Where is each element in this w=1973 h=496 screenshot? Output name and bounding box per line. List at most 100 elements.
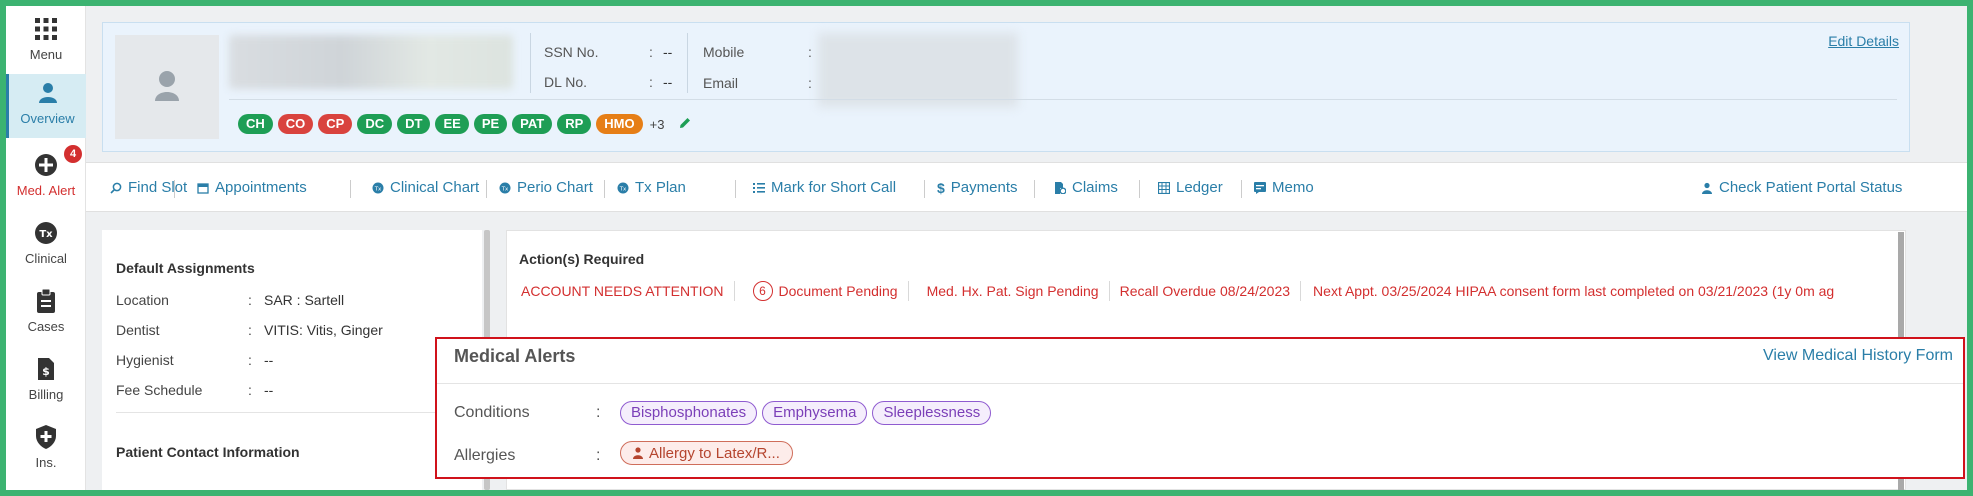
view-medical-history-link[interactable]: View Medical History Form bbox=[1763, 347, 1953, 365]
ssn-value: -- bbox=[663, 44, 673, 60]
grid-icon bbox=[35, 18, 57, 40]
ssn-label: SSN No. bbox=[544, 44, 599, 60]
toolbar-label: Check Patient Portal Status bbox=[1719, 179, 1903, 196]
clinical-chart-button[interactable]: Tx Clinical Chart bbox=[372, 179, 479, 196]
patient-tag-rp[interactable]: RP bbox=[557, 114, 592, 134]
toolbar-label: Memo bbox=[1272, 179, 1314, 196]
action-text: Med. Hx. Pat. Sign Pending bbox=[926, 283, 1099, 299]
check-portal-status-button[interactable]: Check Patient Portal Status bbox=[1701, 179, 1902, 196]
divider bbox=[486, 180, 487, 198]
avatar bbox=[115, 35, 219, 139]
action-toolbar: Find Slot Appointments Tx Clinical Chart… bbox=[86, 162, 1967, 212]
email-colon: : bbox=[808, 75, 812, 91]
divider bbox=[229, 99, 1897, 100]
toolbar-label: Tx Plan bbox=[635, 179, 686, 196]
allergies-colon: : bbox=[596, 447, 601, 464]
allergy-text: Allergy to Latex/R... bbox=[649, 444, 780, 462]
calendar-icon bbox=[197, 182, 209, 194]
condition-chip[interactable]: Sleeplessness bbox=[872, 401, 992, 425]
sidebar-item-label: Menu bbox=[29, 47, 63, 62]
sidebar-item-label: Overview bbox=[20, 111, 75, 126]
memo-button[interactable]: Memo bbox=[1254, 179, 1314, 196]
appointments-button[interactable]: Appointments bbox=[197, 179, 307, 196]
ssn-colon: : bbox=[649, 44, 653, 60]
toolbar-label: Mark for Short Call bbox=[771, 179, 897, 196]
assignment-value: SAR : Sartell bbox=[264, 292, 345, 308]
memo-icon bbox=[1254, 181, 1266, 194]
actions-list: ACCOUNT NEEDS ATTENTION 6 Document Pendi… bbox=[515, 281, 1844, 301]
sidebar-item-label: Med. Alert bbox=[16, 183, 76, 198]
action-next-appt[interactable]: Next Appt. 03/25/2024 HIPAA consent form… bbox=[1301, 281, 1844, 301]
user-placeholder-icon bbox=[155, 71, 179, 101]
edit-tags-icon[interactable] bbox=[679, 117, 691, 132]
patient-tag-pat[interactable]: PAT bbox=[512, 114, 553, 134]
condition-chip[interactable]: Bisphosphonates bbox=[620, 401, 758, 425]
payments-button[interactable]: $ Payments bbox=[937, 179, 1018, 196]
assignment-value: VITIS: Vitis, Ginger bbox=[264, 322, 383, 338]
toolbar-label: Claims bbox=[1072, 179, 1118, 196]
mobile-label: Mobile bbox=[703, 44, 745, 60]
patient-tag-ee[interactable]: EE bbox=[435, 114, 469, 134]
divider bbox=[735, 180, 736, 198]
action-account-attention[interactable]: ACCOUNT NEEDS ATTENTION bbox=[515, 281, 735, 301]
action-text: ACCOUNT NEEDS ATTENTION bbox=[521, 283, 724, 299]
divider bbox=[437, 383, 1963, 384]
patient-tag-dt[interactable]: DT bbox=[397, 114, 431, 134]
sidebar-item-overview[interactable]: Overview bbox=[6, 74, 86, 138]
clipboard-icon bbox=[37, 288, 55, 313]
edit-details-link[interactable]: Edit Details bbox=[1828, 33, 1899, 49]
toolbar-label: Clinical Chart bbox=[390, 179, 480, 196]
assignment-value: -- bbox=[264, 382, 274, 398]
action-med-hx-sign[interactable]: Med. Hx. Pat. Sign Pending bbox=[909, 281, 1110, 301]
patient-tag-co[interactable]: CO bbox=[277, 114, 314, 134]
document-count-badge: 6 bbox=[752, 281, 773, 301]
divider bbox=[174, 180, 175, 198]
contact-redacted bbox=[818, 33, 1018, 107]
action-document-pending[interactable]: 6 Document Pending bbox=[735, 281, 909, 301]
sidebar-item-billing[interactable]: $ Billing bbox=[6, 350, 86, 412]
action-recall-overdue[interactable]: Recall Overdue 08/24/2023 bbox=[1110, 281, 1302, 301]
alert-count-badge: 4 bbox=[64, 145, 82, 163]
patient-tags: CH CO CP DC DT EE PE PAT RP HMO +3 bbox=[238, 114, 691, 134]
tx-plan-button[interactable]: Tx Tx Plan bbox=[617, 179, 686, 196]
sidebar-item-label: Ins. bbox=[35, 455, 57, 470]
patient-tag-dc[interactable]: DC bbox=[357, 114, 393, 134]
list-icon bbox=[753, 182, 765, 193]
actions-title: Action(s) Required bbox=[519, 251, 645, 267]
divider bbox=[1139, 180, 1140, 198]
user-icon bbox=[1702, 182, 1712, 194]
sidebar-item-med-alert[interactable]: 4 Med. Alert bbox=[6, 145, 86, 208]
mark-short-call-button[interactable]: Mark for Short Call bbox=[753, 179, 896, 196]
toolbar-label: Ledger bbox=[1176, 179, 1223, 196]
shield-plus-icon bbox=[36, 425, 56, 449]
find-slot-button[interactable]: Find Slot bbox=[110, 179, 187, 196]
toolbar-label: Payments bbox=[950, 179, 1018, 196]
allergies-label: Allergies bbox=[454, 447, 516, 464]
assignment-colon: : bbox=[248, 382, 252, 398]
svg-text:$: $ bbox=[42, 365, 50, 378]
patient-tag-pe[interactable]: PE bbox=[473, 114, 508, 134]
mobile-colon: : bbox=[808, 44, 812, 60]
sidebar-item-clinical[interactable]: Tx Clinical bbox=[6, 214, 86, 276]
ledger-button[interactable]: Ledger bbox=[1158, 179, 1223, 196]
perio-chart-button[interactable]: Tx Perio Chart bbox=[499, 179, 593, 196]
assignment-label: Fee Schedule bbox=[116, 382, 203, 398]
sidebar-item-menu[interactable]: Menu bbox=[6, 10, 86, 72]
more-tags-count[interactable]: +3 bbox=[650, 117, 665, 132]
assignment-label: Location bbox=[116, 292, 169, 308]
condition-chip[interactable]: Emphysema bbox=[762, 401, 868, 425]
allergy-chip[interactable]: Allergy to Latex/R... bbox=[620, 441, 793, 465]
medical-alerts-panel: Medical Alerts View Medical History Form… bbox=[435, 337, 1965, 479]
assignment-value: -- bbox=[264, 352, 274, 368]
sidebar-item-ins[interactable]: Ins. bbox=[6, 418, 86, 480]
assignments-title: Default Assignments bbox=[116, 260, 255, 276]
patient-tag-cp[interactable]: CP bbox=[318, 114, 353, 134]
medical-alerts-title: Medical Alerts bbox=[454, 346, 576, 366]
allergies-list: Allergy to Latex/R... bbox=[620, 441, 793, 465]
divider bbox=[687, 33, 688, 93]
sidebar-item-cases[interactable]: Cases bbox=[6, 282, 86, 344]
claims-button[interactable]: Claims bbox=[1054, 179, 1118, 196]
table-icon bbox=[1158, 181, 1170, 194]
patient-tag-hmo[interactable]: HMO bbox=[596, 114, 643, 134]
patient-tag-ch[interactable]: CH bbox=[238, 114, 273, 134]
